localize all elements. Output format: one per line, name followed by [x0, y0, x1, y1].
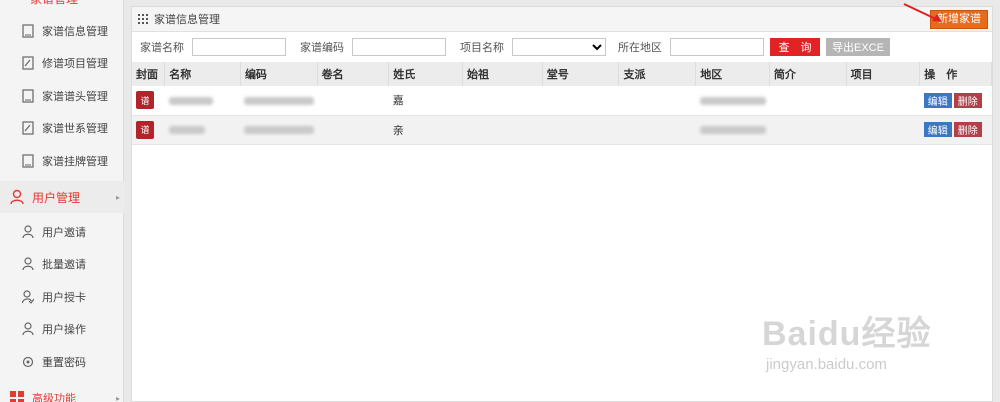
column-header: 编码	[240, 62, 318, 86]
sidebar-item-label: 用户邀请	[42, 226, 86, 239]
edit-document-icon	[22, 56, 34, 70]
sidebar-item-label: 家谱谱头管理	[42, 90, 108, 103]
sidebar-item-label: 家谱信息管理	[42, 25, 108, 38]
sidebar-item-label: 用户授卡	[42, 291, 86, 304]
column-header: 地区	[695, 62, 770, 86]
export-excel-button[interactable]: 导出EXCE	[826, 38, 890, 56]
genealogy-name-input[interactable]	[192, 38, 286, 56]
edit-document-icon	[22, 121, 34, 135]
sidebar-item-reset-password[interactable]: 重置密码	[0, 346, 124, 378]
page-title: 家谱信息管理	[154, 13, 220, 26]
column-header: 简介	[769, 62, 847, 86]
edit-button[interactable]: 编辑	[923, 92, 952, 108]
sidebar-item-genealogy-info[interactable]: 家谱信息管理	[0, 15, 124, 47]
reset-icon	[22, 355, 34, 369]
sidebar-item-label: 修谱项目管理	[42, 57, 108, 70]
sidebar-group-genealogy[interactable]: 家谱管理	[0, 0, 124, 8]
sidebar-group-label: 用户管理	[32, 190, 81, 205]
panel-header: 家谱信息管理 新增家谱	[132, 7, 992, 32]
column-header: 始祖	[462, 62, 543, 86]
column-header: 姓氏	[388, 62, 463, 86]
sidebar-item-user-ops[interactable]: 用户操作	[0, 313, 124, 345]
column-header: 堂号	[542, 62, 620, 86]
document-icon	[22, 24, 34, 38]
sidebar-group-label: 高级功能	[32, 392, 76, 402]
region-input[interactable]	[670, 38, 764, 56]
annotation-arrow-icon	[903, 3, 942, 22]
chevron-right-icon: ▸	[115, 393, 120, 402]
column-header: 支派	[618, 62, 697, 86]
column-header: 操 作	[919, 62, 992, 86]
cover-thumbnail[interactable]: 谱	[136, 91, 154, 110]
redacted-code	[244, 126, 315, 134]
delete-button[interactable]: 删除	[953, 92, 982, 108]
redacted-name	[168, 126, 205, 134]
genealogy-name-label: 家谱名称	[140, 41, 184, 54]
column-header: 项目	[846, 62, 921, 86]
project-name-select[interactable]	[512, 38, 606, 56]
redacted-region	[699, 96, 766, 105]
user-check-icon	[22, 290, 34, 304]
sidebar-item-project[interactable]: 修谱项目管理	[0, 47, 124, 79]
sidebar-item-label: 家谱挂牌管理	[42, 155, 108, 168]
sidebar-group-user-mgmt[interactable]: 用户管理 ▸	[0, 181, 124, 213]
column-header: 名称	[164, 62, 241, 86]
region-label: 所在地区	[618, 41, 662, 54]
sidebar-item-user-card[interactable]: 用户授卡	[0, 281, 124, 313]
user-icon	[22, 225, 34, 239]
sidebar-item-user-invite[interactable]: 用户邀请	[0, 216, 124, 248]
edit-button[interactable]: 编辑	[923, 122, 952, 137]
sidebar: 家谱管理 家谱信息管理 修谱项目管理 家谱谱头管理 家谱世系管理 家谱挂牌管理 …	[0, 0, 124, 402]
main-panel: 家谱信息管理 新增家谱 家谱名称 家谱编码 项目名称 所在地区 查 询 导出EX…	[131, 6, 993, 402]
sidebar-item-lineage[interactable]: 家谱世系管理	[0, 112, 124, 144]
table-row[interactable]: 谱 嘉 编辑 删除	[132, 86, 992, 116]
column-header: 封面	[132, 62, 166, 86]
sidebar-item-plaque[interactable]: 家谱挂牌管理	[0, 145, 124, 177]
chevron-right-icon: ▸	[115, 192, 120, 202]
sidebar-item-header[interactable]: 家谱谱头管理	[0, 80, 124, 112]
genealogy-table: 封面 名称 编码 卷名 姓氏 始祖 堂号 支派 地区 简介 项目 操 作 谱 嘉	[132, 62, 992, 145]
sidebar-item-label: 批量邀请	[42, 258, 86, 271]
sidebar-item-label: 重置密码	[42, 356, 86, 369]
table-header: 封面 名称 编码 卷名 姓氏 始祖 堂号 支派 地区 简介 项目 操 作	[132, 62, 992, 86]
grid-icon	[138, 14, 148, 24]
filter-bar: 家谱名称 家谱编码 项目名称 所在地区 查 询 导出EXCE	[132, 32, 992, 62]
query-button[interactable]: 查 询	[770, 38, 820, 56]
project-name-label: 项目名称	[460, 41, 504, 54]
sidebar-item-batch-invite[interactable]: 批量邀请	[0, 248, 124, 280]
genealogy-code-label: 家谱编码	[300, 41, 344, 54]
document-icon	[22, 154, 34, 168]
sidebar-group-advanced[interactable]: 高级功能 ▸	[0, 382, 124, 402]
redacted-name	[168, 96, 213, 105]
document-icon	[22, 89, 34, 103]
surname-cell: 亲	[388, 115, 463, 145]
apps-icon	[10, 391, 24, 402]
redacted-region	[699, 126, 766, 134]
user-icon	[22, 322, 34, 336]
column-header: 卷名	[317, 62, 390, 86]
redacted-code	[244, 96, 315, 105]
surname-cell: 嘉	[388, 86, 463, 116]
user-icon	[10, 189, 24, 205]
sidebar-item-label: 用户操作	[42, 323, 86, 336]
delete-button[interactable]: 删除	[953, 122, 982, 137]
user-icon	[22, 257, 34, 271]
genealogy-code-input[interactable]	[352, 38, 446, 56]
table-row[interactable]: 谱 亲 编辑 删除	[132, 115, 992, 145]
cover-thumbnail[interactable]: 谱	[136, 120, 154, 139]
sidebar-item-label: 家谱世系管理	[42, 122, 108, 135]
